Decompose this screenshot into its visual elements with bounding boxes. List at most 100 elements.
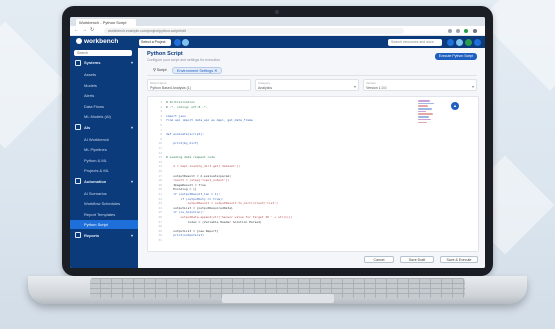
extension-icon[interactable] bbox=[456, 28, 460, 33]
sidebar-item-label: Systems bbox=[84, 60, 101, 65]
sidebar-item-label: AIs bbox=[84, 124, 91, 130]
sidebar-item-label: Python Script bbox=[84, 222, 108, 227]
tab-environment-label: Environment Settings bbox=[177, 69, 214, 73]
tab-script[interactable]: ⚲ Script bbox=[149, 67, 171, 74]
code-text: Encoding = [] bbox=[166, 187, 197, 192]
help-icon[interactable] bbox=[447, 38, 454, 46]
page-description: Configure your script and settings for e… bbox=[147, 58, 221, 62]
url-input[interactable]: workbench.example.com/project/python-scr… bbox=[104, 27, 404, 34]
info-icon[interactable] bbox=[182, 38, 189, 46]
code-text: if (outputDuty == true): bbox=[166, 196, 224, 201]
browser-address-bar: ← → ↻ workbench.example.com/project/pyth… bbox=[70, 26, 485, 36]
sidebar-item[interactable]: Workflow Schedules bbox=[70, 199, 138, 208]
save-execute-button[interactable]: Save & Execute bbox=[440, 256, 478, 263]
extension-icon[interactable] bbox=[464, 28, 468, 33]
minimap-line bbox=[418, 105, 428, 107]
code-text: print(my_dict) bbox=[166, 141, 199, 146]
minimap-line bbox=[418, 100, 430, 102]
browser-tab-bar: Workbench - Python Script bbox=[70, 17, 485, 26]
chevron-down-icon: ▾ bbox=[471, 83, 474, 89]
background-shape bbox=[0, 21, 69, 149]
page-title: Python Script bbox=[147, 51, 183, 57]
cancel-button[interactable]: Cancel bbox=[364, 256, 394, 263]
minimap-line bbox=[418, 108, 432, 110]
sidebar-item-label: Workflow Schedules bbox=[84, 201, 121, 206]
close-icon[interactable]: ✕ bbox=[214, 69, 217, 73]
sidebar-item[interactable]: Systems ▾ bbox=[70, 58, 138, 67]
save-draft-button[interactable]: Save Draft bbox=[400, 256, 434, 263]
project-select[interactable]: Select a Project bbox=[139, 38, 171, 46]
sidebar: Search Systems ▾ Assets Models Alerts Data Fl… bbox=[70, 48, 138, 268]
sidebar-item[interactable]: Reports ▾ bbox=[70, 231, 138, 240]
sidebar-item[interactable]: AIs ▾ bbox=[70, 123, 138, 132]
app-logo[interactable]: workbench bbox=[76, 38, 118, 46]
search-icon: ⚲ bbox=[153, 68, 156, 72]
script-name-field[interactable]: Script Name Python Based Analysis (1) bbox=[147, 79, 251, 91]
code-editor[interactable]: 1 # Initialization 2 # -*- coding: utf-8 -*… bbox=[147, 96, 479, 252]
sidebar-item[interactable]: Python Script bbox=[70, 220, 138, 229]
execute-script-button[interactable]: Execute Python Script bbox=[435, 53, 477, 60]
laptop-base bbox=[28, 276, 527, 304]
webcam bbox=[275, 10, 279, 14]
code-text: outputData.append(str('Sensor value for … bbox=[166, 215, 293, 219]
sidebar-item-label: Assets bbox=[84, 72, 97, 77]
forward-icon[interactable]: → bbox=[82, 28, 87, 33]
settings-icon[interactable] bbox=[474, 38, 481, 46]
sidebar-search-input[interactable]: Search bbox=[74, 50, 132, 56]
sidebar-item[interactable]: Alerts bbox=[70, 91, 138, 100]
field-label: Script Name bbox=[150, 81, 167, 85]
sidebar-item-label: ML Pipelines bbox=[84, 147, 107, 152]
sidebar-item-label: ML Models (AI) bbox=[84, 114, 111, 119]
app-header: workbench Select a Project Search resour… bbox=[70, 36, 485, 48]
field-label: Category bbox=[258, 81, 271, 85]
category-field[interactable]: Category Analytics ▾ bbox=[255, 79, 359, 91]
notification-icon[interactable] bbox=[456, 38, 463, 46]
sidebar-item[interactable]: Report Templates bbox=[70, 210, 138, 219]
tab-environment-settings[interactable]: Environment Settings ✕ bbox=[172, 67, 223, 74]
field-value: Analytics bbox=[258, 85, 273, 90]
laptop-screen: Workbench - Python Script ← → ↻ workbenc… bbox=[70, 17, 485, 268]
reload-icon[interactable]: ↻ bbox=[90, 28, 94, 33]
chevron-down-icon: ▾ bbox=[130, 232, 133, 238]
main-content: Python Script Configure your script and … bbox=[138, 48, 485, 268]
sidebar-item[interactable]: ML Pipelines bbox=[70, 145, 138, 154]
sidebar-item[interactable]: Assets bbox=[70, 70, 138, 79]
version-field[interactable]: Version Version 1.0.0 ▾ bbox=[363, 79, 477, 91]
code-text: result = (step['input_output']) bbox=[166, 178, 230, 183]
logo-text: workbench bbox=[84, 38, 119, 45]
global-search-input[interactable]: Search resources and docs bbox=[388, 38, 442, 46]
code-text: if (is_Solution): bbox=[166, 210, 204, 215]
browser-tab[interactable]: Workbench - Python Script bbox=[76, 19, 136, 26]
code-text: import json bbox=[166, 113, 186, 118]
sidebar-item[interactable]: ML Models (AI) bbox=[70, 112, 138, 121]
editor-scroll-icon[interactable]: ▲ bbox=[451, 102, 459, 110]
sidebar-item[interactable]: AI Scenarios bbox=[70, 189, 138, 198]
add-icon[interactable] bbox=[174, 38, 181, 46]
sidebar-item[interactable]: Projects & ML bbox=[70, 166, 138, 175]
code-text: # Loading data request code bbox=[166, 155, 215, 160]
gear-icon bbox=[75, 124, 81, 131]
code-text: if (outputResult_len > 1): bbox=[166, 192, 221, 196]
extension-icon[interactable] bbox=[448, 28, 452, 33]
minimap-line bbox=[418, 102, 434, 105]
sidebar-item[interactable]: Automation ▾ bbox=[70, 177, 138, 186]
sidebar-item[interactable]: AI Workbench bbox=[70, 135, 138, 144]
sidebar-item-label: Reports bbox=[84, 232, 100, 238]
field-label: Version bbox=[366, 81, 377, 85]
menu-icon[interactable] bbox=[473, 28, 477, 33]
back-icon[interactable]: ← bbox=[74, 28, 79, 33]
code-text: from api import data_api as dapi, get_da… bbox=[166, 118, 253, 123]
code-text: ImageResult = True bbox=[166, 182, 206, 187]
sidebar-item[interactable]: Models bbox=[70, 81, 138, 90]
sidebar-item-label: AI Scenarios bbox=[84, 190, 107, 196]
code-minimap[interactable] bbox=[418, 100, 438, 128]
avatar[interactable] bbox=[465, 38, 472, 46]
server-icon bbox=[75, 59, 81, 66]
code-text: # Initialization bbox=[166, 100, 195, 104]
sidebar-item[interactable]: Data Flows bbox=[70, 102, 138, 111]
field-value: Version 1.0.0 bbox=[366, 85, 387, 90]
sidebar-item[interactable]: Python & ML bbox=[70, 156, 138, 165]
code-text: # -*- coding: utf-8 -*- bbox=[166, 104, 208, 109]
sidebar-item-label: Alerts bbox=[84, 93, 95, 98]
sidebar-item-label: Report Templates bbox=[84, 211, 116, 217]
